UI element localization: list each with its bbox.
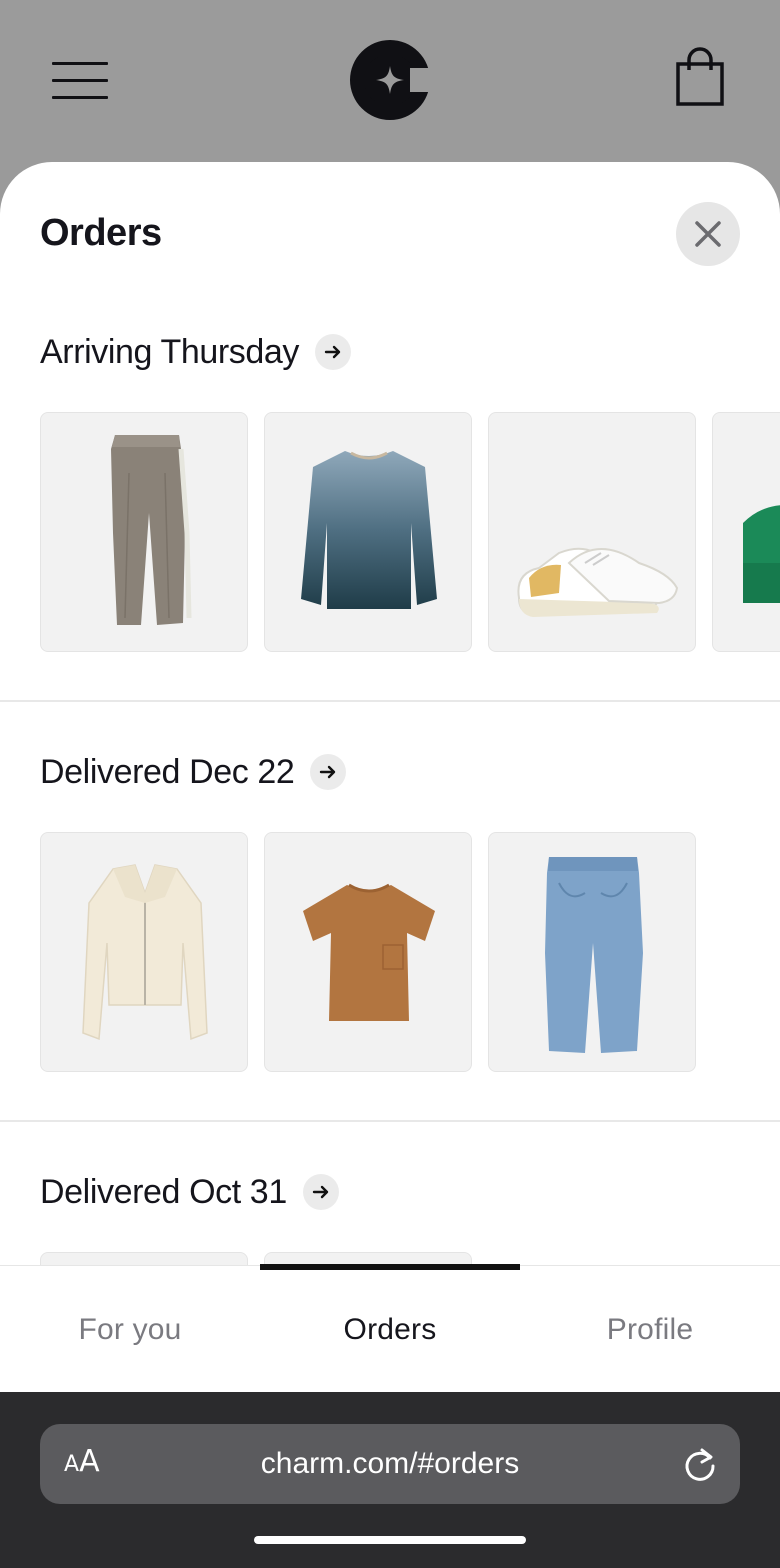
url-text[interactable]: charm.com/#orders [40,1424,740,1504]
browser-toolbar: AA charm.com/#orders [0,1392,780,1568]
product-thumbnail-tshirt[interactable] [264,832,472,1072]
arrow-right-icon[interactable] [315,334,352,370]
order-group-label: Delivered Oct 31 [40,1172,287,1211]
address-bar[interactable]: AA charm.com/#orders [40,1424,740,1504]
product-thumbnail-beanie[interactable] [712,412,780,652]
tab-orders[interactable]: Orders [260,1266,520,1393]
product-thumbnail-sneakers[interactable] [488,412,696,652]
product-thumbnail-trousers[interactable] [40,412,248,652]
orders-sheet: Orders Arriving Thursday Delivered Dec 2… [0,162,780,1266]
close-icon [695,221,721,247]
charm-logo[interactable] [348,38,432,122]
order-group-label: Arriving Thursday [40,332,300,371]
hamburger-menu-icon[interactable] [52,58,110,102]
order-group-label: Delivered Dec 22 [40,752,295,791]
tab-profile[interactable]: Profile [520,1266,780,1393]
bottom-tab-bar: For you Orders Profile [0,1264,780,1393]
product-thumbnail[interactable] [40,1252,248,1266]
shopping-bag-icon[interactable] [674,46,726,108]
order-group-header[interactable]: Delivered Oct 31 [40,1170,339,1214]
app-header [0,0,780,170]
arrow-right-icon[interactable] [302,1174,339,1210]
product-thumbnail-cardigan[interactable] [40,832,248,1072]
section-divider [0,700,780,702]
close-button[interactable] [676,202,740,266]
reload-icon[interactable] [680,1444,720,1484]
order-group-header[interactable]: Delivered Dec 22 [40,750,347,794]
home-indicator[interactable] [254,1536,526,1544]
product-thumbnail-jeans[interactable] [488,832,696,1072]
tab-for-you[interactable]: For you [0,1266,260,1393]
section-divider [0,1120,780,1122]
arrow-right-icon[interactable] [310,754,347,790]
page-title: Orders [40,212,162,254]
product-thumbnail-sweater[interactable] [264,412,472,652]
order-group-header[interactable]: Arriving Thursday [40,330,352,374]
